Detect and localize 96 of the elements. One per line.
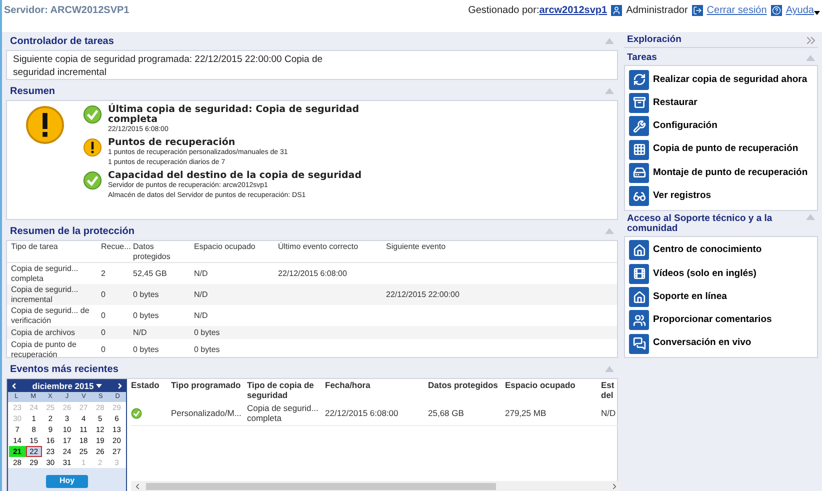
table-cell: N/D [194, 268, 208, 278]
table-cell: Copia de archivos [11, 328, 76, 336]
scroll-right-icon[interactable] [610, 482, 619, 491]
user-icon [611, 5, 622, 16]
help-icon[interactable] [770, 5, 782, 16]
archive-icon[interactable] [629, 92, 649, 113]
table-cell-text: Personalizado/M... [171, 408, 242, 418]
users-icon[interactable] [629, 310, 649, 330]
column-header[interactable]: Datos protegidos [428, 380, 503, 390]
refresh-icon[interactable] [629, 70, 649, 90]
column-header[interactable]: Tipo de copia de seguridad [247, 380, 323, 400]
help-link[interactable]: Ayuda [786, 3, 814, 18]
logout-icon[interactable] [692, 5, 703, 16]
summary-heading: Puntos de recuperación [108, 138, 236, 148]
column-header[interactable]: Espacio ocupado [194, 242, 278, 262]
action-link[interactable]: Proporcionar comentarios [653, 313, 772, 328]
column-header[interactable]: Tipo programado [171, 380, 245, 390]
table-cell: N/D [133, 328, 147, 336]
summary-heading: Capacidad del destino de la copia de seguridad [108, 171, 363, 181]
table-cell: 52,45 GB [133, 268, 167, 278]
film-icon[interactable] [629, 264, 649, 284]
action-link[interactable]: Ver registros [653, 189, 712, 204]
section-title: Exploración [627, 33, 682, 48]
column-header[interactable]: Tipo de tarea [11, 242, 101, 262]
caret-icon[interactable] [814, 10, 820, 14]
section-title: Resumen [10, 84, 56, 98]
column-header[interactable]: Est del [601, 380, 619, 400]
table-cell: 0 [101, 344, 106, 354]
table-cell: 22/12/2015 22:00:00 [386, 290, 460, 298]
action-link[interactable]: Montaje de punto de recuperación [653, 166, 808, 180]
column-header[interactable]: Estado [131, 380, 169, 390]
table-cell: 0 [101, 310, 106, 320]
table-cell: Copia de segurid... completa [11, 264, 78, 282]
table-cell: Copia de segurid... de verificación [11, 306, 90, 324]
action-link[interactable]: Restaurar [653, 96, 698, 110]
table-cell-text: 22/12/2015 6:08:00 [325, 408, 400, 418]
action-link[interactable]: Conversación en vivo [653, 336, 752, 351]
table-cell-text: 25,68 GB [428, 408, 465, 418]
column-header[interactable]: Siguiente evento [386, 242, 506, 262]
section-title: Resumen de la protección [10, 224, 134, 238]
caret-icon[interactable] [96, 384, 102, 388]
warning-icon [25, 105, 65, 145]
action-link[interactable]: Realizar copia de seguridad ahora [653, 72, 808, 87]
table-cell: N/D [194, 290, 208, 298]
check-icon [131, 408, 142, 418]
drive-icon[interactable] [629, 162, 649, 183]
table-cell-text: 279,25 MB [505, 408, 548, 418]
grid-icon[interactable] [629, 140, 649, 160]
action-link[interactable]: Vídeos (solo en inglés) [653, 266, 756, 281]
action-link[interactable]: Centro de conocimiento [653, 243, 762, 258]
check-icon [83, 171, 102, 190]
chat-icon[interactable] [629, 334, 649, 354]
next-backup-text: Siguiente copia de seguridad programada: 22/12/2015 22:00:00 Copia de seguridad incremental [13, 53, 324, 79]
wrench-icon[interactable] [629, 116, 649, 136]
logout-link[interactable]: Cerrar sesión [706, 3, 767, 18]
action-link[interactable]: Copia de punto de recuperación [653, 142, 798, 157]
house-icon[interactable] [629, 240, 649, 260]
section-title: Eventos más recientes [10, 362, 118, 376]
action-link[interactable]: Configuración [653, 119, 718, 134]
table-cell: 22/12/2015 6:08:00 [278, 268, 347, 278]
horizontal-scrollbar[interactable] [131, 481, 621, 491]
table-cell: 0 [101, 290, 106, 298]
house-icon[interactable] [629, 287, 649, 308]
table-cell: Copia de segurid... incremental [11, 284, 78, 304]
today-button[interactable]: Hoy [46, 474, 88, 488]
check-icon [83, 105, 102, 124]
user-name: Administrador [626, 4, 688, 18]
table-cell: 0 bytes [194, 344, 220, 354]
column-header[interactable]: Espacio ocupado [505, 380, 599, 390]
section-title: Controlador de tareas [10, 34, 114, 48]
table-cell-text: N/D [601, 408, 617, 418]
column-header[interactable]: Datos protegidos [133, 242, 194, 262]
section-title: Tareas [627, 50, 657, 65]
next-month-icon[interactable] [116, 382, 124, 390]
table-cell: 0 bytes [194, 328, 220, 336]
server-title: Servidor: ARCW2012SVP1 [4, 4, 130, 18]
column-header[interactable]: Último evento correcto [278, 242, 386, 262]
table-cell: 0 bytes [133, 290, 159, 298]
action-link[interactable]: Soporte en línea [653, 290, 727, 304]
previous-month-icon[interactable] [10, 382, 18, 390]
section-title: Acceso al Soporte técnico y a la comunidad [627, 214, 774, 234]
table-cell: Copia de punto de recuperación [11, 340, 76, 358]
table-cell: 2 [101, 268, 106, 278]
scroll-left-icon[interactable] [133, 482, 142, 491]
table-cell: 0 bytes [133, 310, 159, 320]
host-link[interactable]: arcw2012svp1 [539, 3, 608, 18]
table-cell: N/D [194, 310, 208, 320]
warning-icon [83, 138, 102, 157]
table-cell-text: Copia de segurid... completa [247, 403, 320, 423]
column-header[interactable]: Recue... [101, 242, 133, 262]
glasses-icon[interactable] [629, 186, 649, 206]
managed-by-label: Gestionado por: [468, 4, 540, 18]
table-cell: 0 bytes [133, 344, 159, 354]
summary-heading: Última copia de seguridad: Copia de seguridad completa [108, 105, 360, 125]
table-cell: 0 [101, 328, 106, 336]
column-header[interactable]: Fecha/hora [325, 380, 426, 390]
